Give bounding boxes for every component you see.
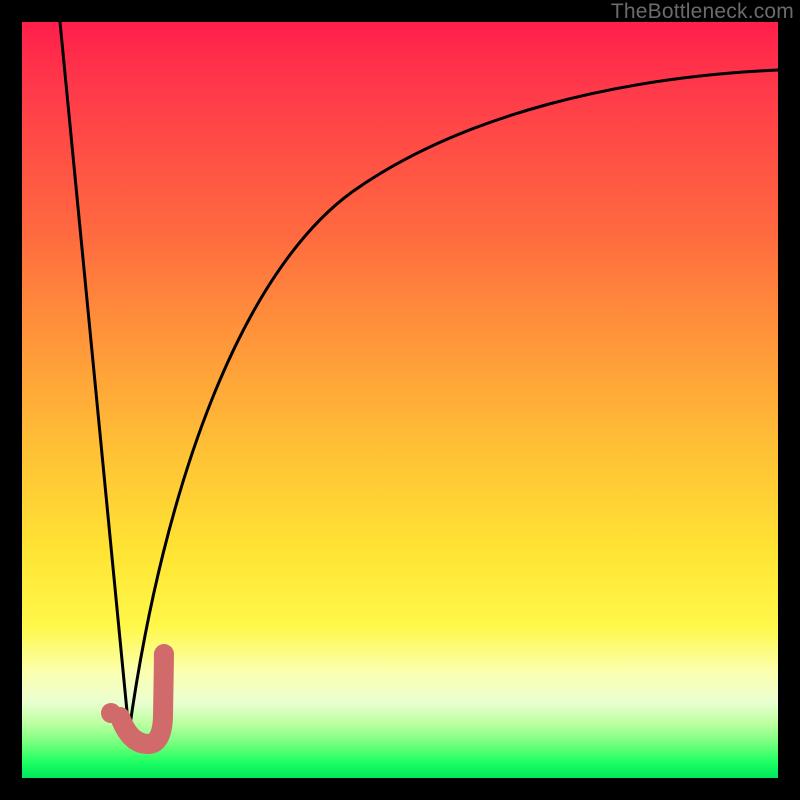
watermark-text: TheBottleneck.com <box>611 0 794 24</box>
outer-frame: TheBottleneck.com <box>0 0 800 800</box>
chart-svg <box>22 22 778 778</box>
curve-left-descent <box>60 22 129 732</box>
curve-right-ascent <box>129 70 778 732</box>
plot-area <box>22 22 778 778</box>
j-marker-dot <box>101 703 121 723</box>
